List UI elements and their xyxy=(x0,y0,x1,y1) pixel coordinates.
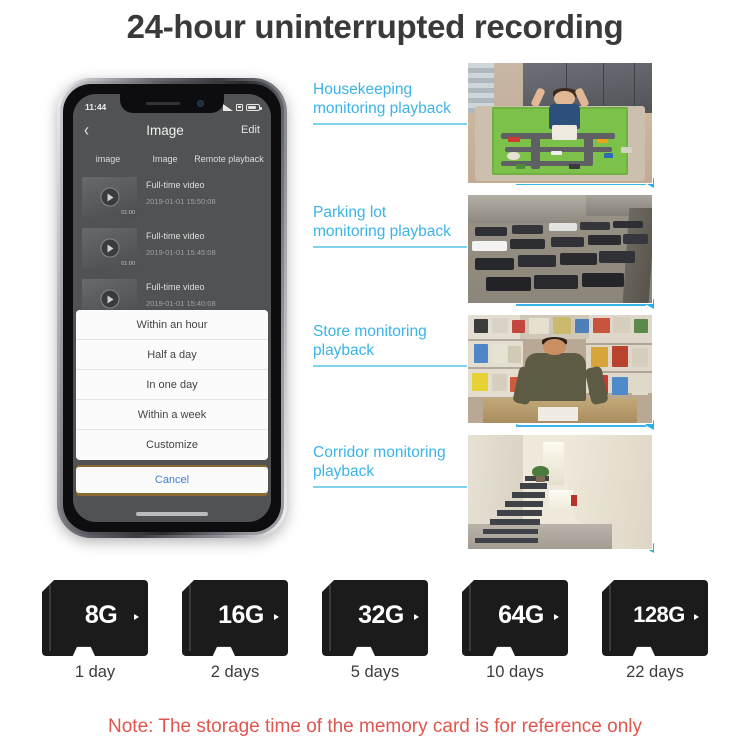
sd-card-days: 22 days xyxy=(626,663,684,681)
sd-card-days: 1 day xyxy=(74,663,116,681)
memory-card-item: 64G 10 days xyxy=(456,580,574,682)
sd-card-edge xyxy=(189,585,191,651)
tab-image[interactable]: Image xyxy=(137,154,193,164)
sd-card-tick-icon xyxy=(134,614,139,620)
app-title: Image xyxy=(146,122,184,138)
action-half-a-day[interactable]: Half a day xyxy=(76,340,268,370)
sd-card-days: 10 days xyxy=(486,663,544,681)
photo-parking xyxy=(467,194,653,304)
earpiece-speaker xyxy=(146,102,180,105)
phone-bezel: 11:44 ‹ Image Edit image Image Remote pl… xyxy=(63,84,281,532)
battery-icon xyxy=(246,103,262,111)
sd-card-icon: 8G xyxy=(42,580,148,656)
cancel-button-wrap: Cancel xyxy=(76,465,268,496)
sd-card-tick-icon xyxy=(694,614,699,620)
memory-card-item: 128G 22 days xyxy=(596,580,714,682)
sd-card-days: 2 days xyxy=(210,663,260,681)
phone-screen: 11:44 ‹ Image Edit image Image Remote pl… xyxy=(73,94,271,522)
action-within-an-hour[interactable]: Within an hour xyxy=(76,310,268,340)
photo-store xyxy=(467,314,653,424)
action-sheet-options: Within an hour Half a day In one day Wit… xyxy=(76,310,268,460)
phone-frame: 11:44 ‹ Image Edit image Image Remote pl… xyxy=(57,78,287,538)
sd-card-edge xyxy=(609,585,611,651)
action-sheet: Within an hour Half a day In one day Wit… xyxy=(76,310,268,496)
edit-button[interactable]: Edit xyxy=(241,124,260,136)
photo-housekeeping xyxy=(467,62,653,184)
phone-mockup: 11:44 ‹ Image Edit image Image Remote pl… xyxy=(57,78,287,538)
sd-card-days: 5 days xyxy=(350,663,400,681)
tab-bar: image Image Remote playback xyxy=(73,146,271,172)
sd-card-icon: 128G xyxy=(602,580,708,656)
sd-card-tick-icon xyxy=(414,614,419,620)
callout-label-parking: Parking lot monitoring playback xyxy=(313,204,451,241)
app-nav-bar: ‹ Image Edit xyxy=(73,116,271,144)
memory-card-item: 8G 1 day xyxy=(36,580,154,682)
sd-card-edge xyxy=(329,585,331,651)
page-title: 24-hour uninterrupted recording xyxy=(126,8,624,45)
alarm-icon xyxy=(236,103,243,111)
action-in-one-day[interactable]: In one day xyxy=(76,370,268,400)
status-icon-group xyxy=(223,103,262,111)
front-camera xyxy=(197,100,204,107)
status-time: 11:44 xyxy=(85,102,107,112)
sd-card-edge xyxy=(469,585,471,651)
memory-card-item: 16G 2 days xyxy=(176,580,294,682)
memory-card-row: 8G 1 day 16G 2 days 32G 5 days 64G 10 da… xyxy=(0,580,750,682)
photo-corridor xyxy=(467,434,653,550)
sd-card-capacity: 128G xyxy=(633,602,685,627)
sd-card-tick-icon xyxy=(274,614,279,620)
signal-icon xyxy=(223,103,233,111)
cancel-button[interactable]: Cancel xyxy=(76,467,268,493)
action-within-a-week[interactable]: Within a week xyxy=(76,400,268,430)
sd-card-capacity: 64G xyxy=(498,600,544,629)
sd-card-icon: 16G xyxy=(182,580,288,656)
sd-card-capacity: 16G xyxy=(218,600,264,629)
sd-card-edge xyxy=(49,585,51,651)
sd-card-icon: 64G xyxy=(462,580,568,656)
sd-card-icon: 32G xyxy=(322,580,428,656)
sd-card-capacity: 32G xyxy=(358,600,404,629)
tab-remote-playback[interactable]: Remote playback xyxy=(193,154,265,164)
back-chevron-icon[interactable]: ‹ xyxy=(84,121,89,140)
callout-label-housekeeping: Housekeeping monitoring playback xyxy=(313,81,451,118)
callout-label-corridor: Corridor monitoring playback xyxy=(313,444,446,481)
tab-image-lower[interactable]: image xyxy=(79,154,137,164)
sd-card-tick-icon xyxy=(554,614,559,620)
memory-card-item: 32G 5 days xyxy=(316,580,434,682)
storage-note: Note: The storage time of the memory car… xyxy=(108,716,642,737)
home-indicator xyxy=(136,512,208,516)
sd-card-capacity: 8G xyxy=(84,600,118,629)
phone-notch xyxy=(120,94,224,113)
callout-label-store: Store monitoring playback xyxy=(313,323,427,360)
action-customize[interactable]: Customize xyxy=(76,430,268,460)
